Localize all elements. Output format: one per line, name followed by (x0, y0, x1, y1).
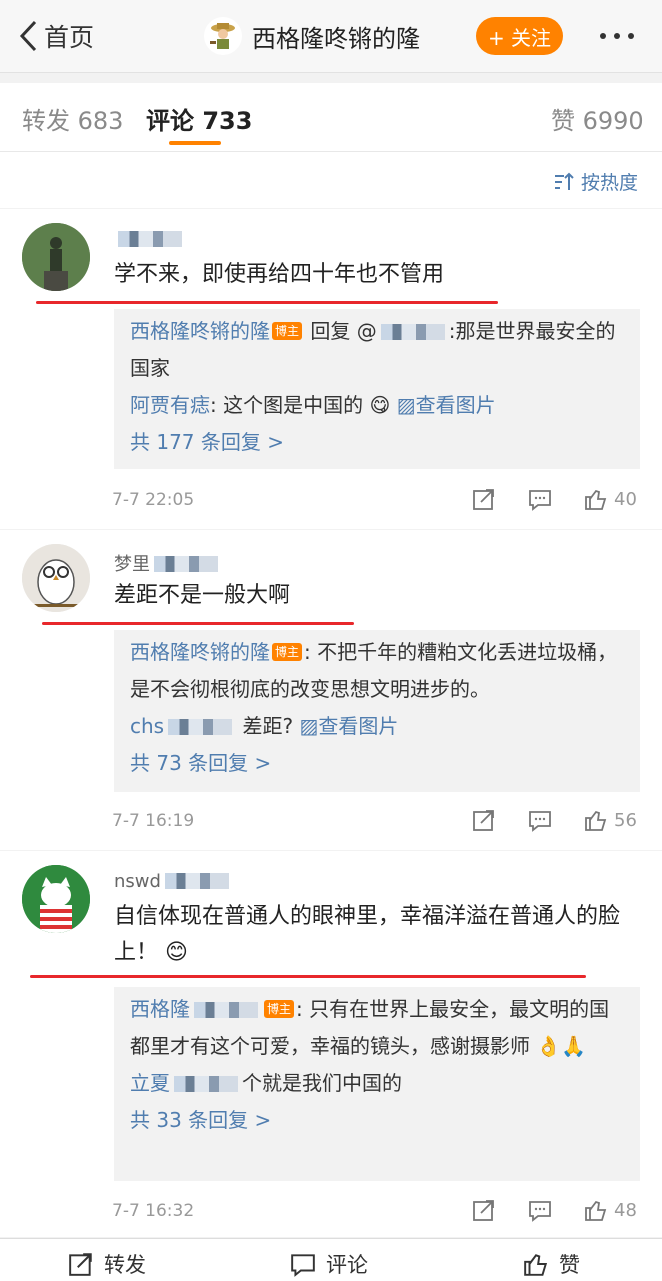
comment-icon[interactable] (528, 808, 552, 832)
commenter-username[interactable]: nswd (114, 871, 233, 892)
sub-reply-author-link[interactable]: 阿贾有痣 (130, 393, 210, 417)
share-icon[interactable] (472, 487, 496, 511)
more-replies-link[interactable]: 共 73 条回复 > (130, 745, 624, 782)
like-count: 48 (614, 1199, 637, 1221)
commenter-username[interactable] (114, 229, 186, 250)
sub-reply: chs 差距? ▨查看图片 (130, 714, 399, 738)
bottom-comment-button[interactable]: 评论 (290, 1249, 368, 1279)
share-icon[interactable] (472, 1198, 496, 1222)
view-image-link[interactable]: ▨查看图片 (397, 393, 496, 417)
sort-by-hot-button[interactable]: 按热度 (553, 168, 638, 195)
tab-bar: 转发 683 评论 733 赞 6990 (0, 83, 662, 152)
more-options-icon[interactable] (600, 33, 634, 39)
censored-name-mosaic (194, 1002, 258, 1018)
blogger-avatar[interactable] (204, 17, 242, 55)
commenter-avatar[interactable] (22, 544, 90, 612)
active-tab-indicator (169, 141, 221, 145)
blogger-reply: 西格隆咚锵的隆 博主 回复 @:那是世界最安全的国家 (130, 319, 616, 380)
red-underline-mark (36, 301, 498, 304)
commenter-avatar[interactable] (22, 865, 90, 933)
blogger-badge: 博主 (264, 1000, 295, 1018)
comment-actions: 56 (472, 808, 637, 832)
image-icon: ▨ (396, 393, 416, 417)
emoji-icon: 😋 (369, 393, 391, 417)
censored-username-mosaic (154, 556, 218, 572)
bottom-repost-button[interactable]: 转发 (68, 1249, 146, 1279)
explorer-avatar-icon (210, 23, 235, 49)
like-count: 40 (614, 488, 637, 510)
page-title: 西格隆咚锵的隆 (252, 24, 420, 53)
comment-card: nswd 自信体现在普通人的眼神里，幸福洋溢在普通人的脸上！ 😊 西格隆 博主: … (0, 851, 662, 1237)
clap-emoji-icon: 👌🙏 (536, 1034, 587, 1058)
censored-username-mosaic (174, 1076, 238, 1092)
back-button[interactable]: 首页 (18, 18, 94, 54)
chevron-left-icon (19, 20, 37, 52)
censored-username-mosaic (168, 719, 233, 735)
cat-avatar-icon (22, 865, 90, 933)
repost-icon (69, 1253, 92, 1276)
tab-repost[interactable]: 转发 683 (22, 101, 123, 136)
comment-icon[interactable] (528, 487, 552, 511)
sort-label: 按热度 (581, 172, 639, 194)
red-underline-mark (42, 622, 354, 625)
sub-reply-author-link[interactable]: 立夏 (130, 1071, 170, 1095)
comment-time: 7-7 16:19 (112, 811, 195, 831)
censored-mention-mosaic (380, 324, 445, 340)
comment-text: 差距不是一般大啊 (114, 583, 291, 608)
commenter-username[interactable]: 梦里 (114, 550, 222, 576)
like-icon[interactable] (584, 1198, 608, 1222)
page-title-group: 西格隆咚锵的隆 (204, 16, 420, 56)
blogger-reply: 西格隆咚锵的隆 博主: 不把千年的糟粕文化丢进垃圾桶，是不会彻根彻底的改变思想文明… (130, 640, 618, 701)
more-replies-link[interactable]: 共 33 条回复 > (130, 1102, 624, 1139)
share-icon[interactable] (472, 808, 496, 832)
more-replies-link[interactable]: 共 177 条回复 > (130, 424, 624, 461)
sub-reply: 立夏 个就是我们中国的 (130, 1071, 402, 1095)
comment-icon (291, 1254, 315, 1277)
comment-icon[interactable] (528, 1198, 552, 1222)
sub-reply-author-link[interactable]: chs (130, 714, 164, 738)
comment-actions: 40 (472, 487, 637, 511)
reply-author-link[interactable]: 西格隆 (130, 997, 190, 1021)
like-icon[interactable] (584, 487, 608, 511)
comment-time: 7-7 16:32 (112, 1201, 195, 1221)
tab-comment[interactable]: 评论 733 (146, 101, 252, 136)
sort-row: 按热度 (0, 152, 662, 208)
owl-avatar-icon (22, 544, 90, 612)
back-label: 首页 (44, 23, 95, 52)
bottom-action-bar: 转发 评论 赞 (0, 1238, 662, 1281)
like-count: 56 (614, 809, 637, 831)
like-icon[interactable] (584, 808, 608, 832)
follow-button[interactable]: + 关注 (476, 17, 563, 55)
view-image-link[interactable]: ▨查看图片 (299, 714, 398, 738)
comment-text: 学不来，即使再给四十年也不管用 (114, 262, 445, 287)
statue-photo-icon (22, 223, 90, 291)
reply-preview-box[interactable]: 西格隆咚锵的隆 博主: 不把千年的糟粕文化丢进垃圾桶，是不会彻根彻底的改变思想文明… (114, 630, 640, 792)
reply-preview-box[interactable]: 西格隆 博主: 只有在世界上最安全，最文明的国都里才有这个可爱，幸福的镜头，感谢摄… (114, 987, 640, 1181)
comment-actions: 48 (472, 1198, 637, 1222)
bottom-like-button[interactable]: 赞 (523, 1249, 580, 1279)
comment-time: 7-7 22:05 (112, 490, 195, 510)
sub-reply: 阿贾有痣: 这个图是中国的 😋 ▨查看图片 (130, 393, 496, 417)
censored-username-mosaic (164, 873, 229, 889)
reply-author-link[interactable]: 西格隆咚锵的隆 (130, 640, 270, 664)
red-underline-mark (30, 975, 586, 978)
comment-card: 学不来，即使再给四十年也不管用 西格隆咚锵的隆 博主 回复 @:那是世界最安全的国… (0, 209, 662, 529)
tab-like[interactable]: 赞 6990 (551, 101, 644, 136)
blogger-badge: 博主 (272, 643, 303, 661)
top-nav-bar: 首页 西格隆咚锵的隆 + 关注 (0, 0, 662, 73)
reply-preview-box[interactable]: 西格隆咚锵的隆 博主 回复 @:那是世界最安全的国家 阿贾有痣: 这个图是中国的 … (114, 309, 640, 469)
like-icon (524, 1254, 548, 1276)
reply-author-link[interactable]: 西格隆咚锵的隆 (130, 319, 270, 343)
comment-text: 自信体现在普通人的眼神里，幸福洋溢在普通人的脸上！ 😊 (114, 904, 621, 965)
sort-icon (555, 172, 574, 190)
comment-card: 梦里 差距不是一般大啊 西格隆咚锵的隆 博主: 不把千年的糟粕文化丢进垃圾桶，是不… (0, 530, 662, 850)
smile-emoji-icon: 😊 (165, 940, 188, 965)
censored-username-mosaic (118, 231, 182, 247)
blogger-reply: 西格隆 博主: 只有在世界上最安全，最文明的国都里才有这个可爱，幸福的镜头，感谢摄… (130, 997, 610, 1058)
blogger-badge: 博主 (272, 322, 303, 340)
image-icon: ▨ (299, 714, 319, 738)
commenter-avatar[interactable] (22, 223, 90, 291)
